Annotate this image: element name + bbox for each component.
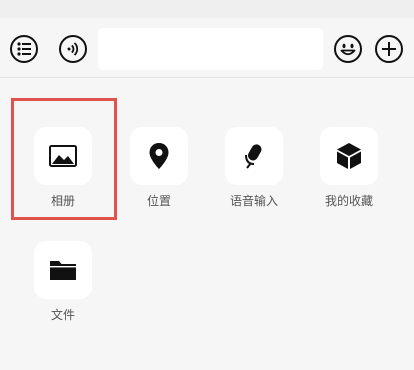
location-icon-box — [130, 127, 188, 185]
album-icon-box — [34, 127, 92, 185]
photo-icon — [49, 145, 77, 167]
favorites-label: 我的收藏 — [324, 194, 373, 208]
emoji-icon — [334, 35, 362, 63]
file-tile[interactable]: 文件 — [23, 241, 103, 351]
cube-icon — [337, 143, 361, 169]
location-pin-icon — [149, 143, 169, 169]
voice-input-tile[interactable]: 语音输入 — [214, 127, 294, 237]
microphone-icon — [245, 144, 262, 169]
top-strip — [0, 0, 414, 18]
location-label: 位置 — [146, 194, 171, 208]
folder-icon — [50, 261, 76, 280]
more-functions-panel: 相册 位置 语音输入 我的收藏 文件 — [0, 79, 414, 370]
voice-button[interactable] — [58, 34, 88, 64]
file-label: 文件 — [50, 308, 75, 322]
list-button[interactable] — [9, 34, 39, 64]
voice-icon — [59, 35, 87, 63]
list-icon — [10, 35, 38, 63]
add-button[interactable] — [374, 34, 404, 64]
voice-input-icon-box — [225, 127, 283, 185]
favorites-tile[interactable]: 我的收藏 — [309, 127, 389, 237]
chat-input-bar — [0, 18, 414, 78]
album-tile[interactable]: 相册 — [23, 127, 103, 237]
favorites-icon-box — [320, 127, 378, 185]
file-icon-box — [34, 241, 92, 299]
voice-input-label: 语音输入 — [229, 194, 278, 208]
emoji-button[interactable] — [333, 34, 363, 64]
plus-icon — [375, 35, 403, 63]
album-label: 相册 — [50, 194, 75, 208]
location-tile[interactable]: 位置 — [119, 127, 199, 237]
message-input[interactable] — [98, 28, 323, 70]
